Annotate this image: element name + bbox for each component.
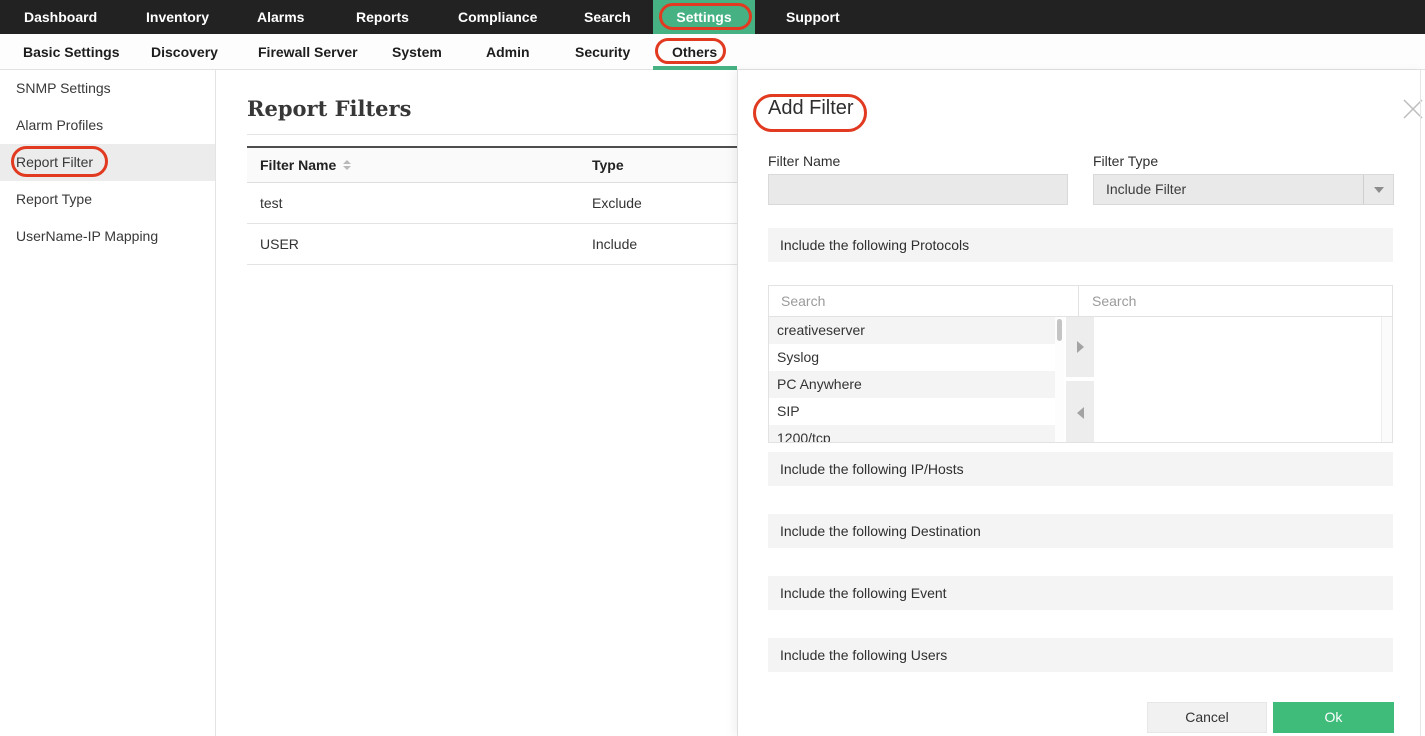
panel-scrollbar-track[interactable] (1420, 70, 1421, 736)
subtab-system[interactable]: System (392, 34, 442, 70)
move-right-button[interactable] (1066, 317, 1094, 377)
arrow-left-icon (1077, 407, 1084, 419)
subtab-admin[interactable]: Admin (486, 34, 530, 70)
list-item-protocol[interactable]: SIP (769, 398, 1055, 425)
section-users-header[interactable]: Include the following Users (768, 638, 1393, 672)
panel-title: Add Filter (768, 97, 854, 120)
arrow-right-icon (1077, 341, 1084, 353)
column-header-type[interactable]: Type (592, 157, 737, 173)
list-item-protocol[interactable]: PC Anywhere (769, 371, 1055, 398)
filter-name-label: Filter Name (768, 153, 840, 169)
sidebar-item-report-filter[interactable]: Report Filter (0, 144, 215, 181)
selected-search-cell (1080, 286, 1392, 316)
section-ip-hosts-header[interactable]: Include the following IP/Hosts (768, 452, 1393, 486)
section-protocols-header[interactable]: Include the following Protocols (768, 228, 1393, 262)
available-search-cell (769, 286, 1079, 316)
title-divider (247, 134, 737, 135)
list-item-protocol[interactable]: 1200/tcp (769, 425, 1055, 443)
available-list-scrollbar[interactable] (1055, 317, 1064, 443)
dropdown-caret-box[interactable] (1363, 175, 1393, 204)
move-buttons-column (1066, 317, 1094, 443)
sidebar-item-report-type[interactable]: Report Type (0, 181, 215, 218)
selected-protocols-list[interactable] (1094, 317, 1381, 443)
tab-search[interactable]: Search (584, 0, 631, 34)
report-filters-table: Filter Name Type test Exclude USER Inclu… (247, 146, 737, 265)
cell-filter-name: USER (247, 236, 592, 252)
cell-type: Exclude (592, 195, 737, 211)
list-item-protocol[interactable]: creativeserver (769, 317, 1055, 344)
subtab-basic-settings[interactable]: Basic Settings (23, 34, 119, 70)
ok-button[interactable]: Ok (1273, 702, 1394, 733)
tab-support[interactable]: Support (786, 0, 840, 34)
move-left-button[interactable] (1066, 381, 1094, 443)
filter-name-header-label: Filter Name (260, 157, 336, 173)
search-row (769, 286, 1392, 317)
section-event-header[interactable]: Include the following Event (768, 576, 1393, 610)
add-filter-panel: Add Filter Filter Name Filter Type Inclu… (737, 70, 1425, 736)
cancel-button[interactable]: Cancel (1147, 702, 1267, 733)
section-destination-header[interactable]: Include the following Destination (768, 514, 1393, 548)
sidebar-item-username-ip-mapping[interactable]: UserName-IP Mapping (0, 218, 215, 255)
subtab-security[interactable]: Security (575, 34, 630, 70)
tab-alarms[interactable]: Alarms (257, 0, 304, 34)
available-protocols-list: creativeserver Syslog PC Anywhere SIP 12… (769, 317, 1055, 443)
filter-name-input[interactable] (768, 174, 1068, 205)
table-row[interactable]: test Exclude (247, 183, 737, 224)
protocols-dual-listbox: creativeserver Syslog PC Anywhere SIP 12… (768, 285, 1393, 443)
page-title: Report Filters (247, 96, 411, 121)
available-search-input[interactable] (769, 286, 1078, 316)
column-header-filter-name[interactable]: Filter Name (247, 157, 592, 173)
selected-search-input[interactable] (1080, 286, 1392, 316)
filter-type-dropdown[interactable]: Include Filter (1093, 174, 1394, 205)
tab-compliance[interactable]: Compliance (458, 0, 537, 34)
table-header-row: Filter Name Type (247, 146, 737, 183)
active-subtab-indicator (653, 66, 737, 70)
chevron-down-icon (1374, 187, 1384, 193)
tab-settings-active[interactable]: Settings (653, 0, 755, 34)
filter-type-label: Filter Type (1093, 153, 1158, 169)
list-item-protocol[interactable]: Syslog (769, 344, 1055, 371)
sidebar-item-snmp-settings[interactable]: SNMP Settings (0, 70, 215, 107)
subtab-discovery[interactable]: Discovery (151, 34, 218, 70)
sidebar-item-alarm-profiles[interactable]: Alarm Profiles (0, 107, 215, 144)
table-row[interactable]: USER Include (247, 224, 737, 265)
subtab-others-active[interactable]: Others (672, 34, 717, 70)
tab-reports[interactable]: Reports (356, 0, 409, 34)
cell-type: Include (592, 236, 737, 252)
tab-dashboard[interactable]: Dashboard (24, 0, 97, 34)
selected-list-scrollbar-track[interactable] (1381, 317, 1392, 443)
tab-inventory[interactable]: Inventory (146, 0, 209, 34)
top-navigation-bar: Dashboard Inventory Alarms Reports Compl… (0, 0, 1425, 34)
settings-sidebar: SNMP Settings Alarm Profiles Report Filt… (0, 70, 216, 736)
cell-filter-name: test (247, 195, 592, 211)
tab-settings-label: Settings (676, 0, 731, 34)
filter-type-selected-value: Include Filter (1106, 175, 1186, 204)
sort-icon[interactable] (343, 160, 351, 170)
settings-sub-navigation: Basic Settings Discovery Firewall Server… (0, 34, 1425, 70)
scrollbar-thumb[interactable] (1057, 319, 1062, 341)
subtab-firewall-server[interactable]: Firewall Server (258, 34, 358, 70)
